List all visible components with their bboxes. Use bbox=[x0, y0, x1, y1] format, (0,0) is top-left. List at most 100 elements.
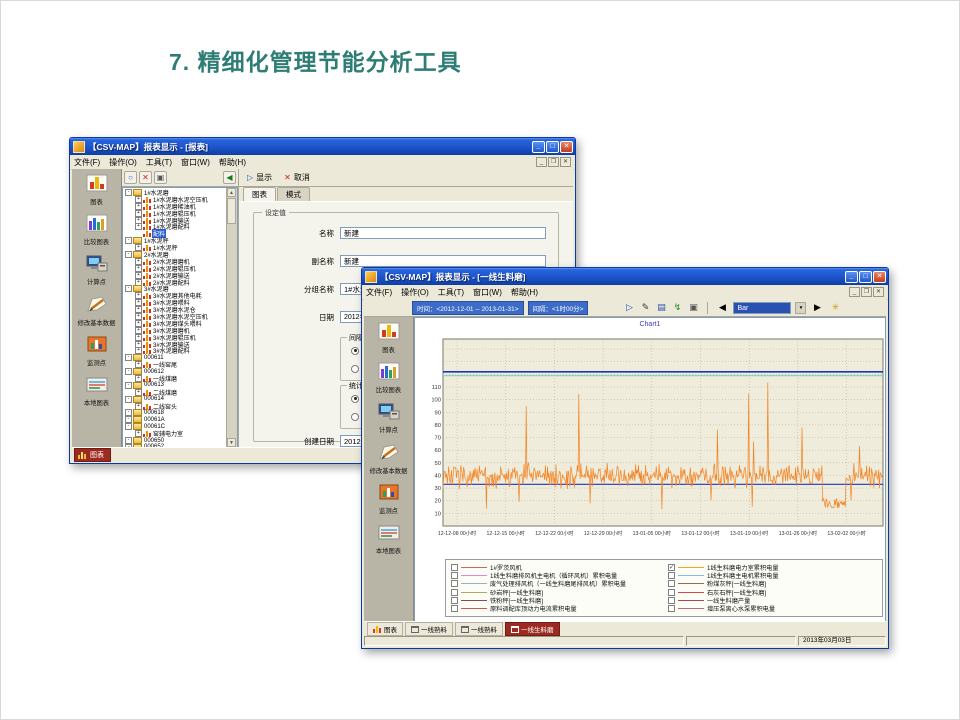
window2-titlebar[interactable]: 【CSV-MAP】报表显示 - [一线生料磨] _ □ ✕ bbox=[362, 268, 888, 285]
scroll-down-icon[interactable]: ▼ bbox=[227, 438, 236, 447]
tree-item[interactable]: +二线煤磨 bbox=[124, 389, 237, 396]
menu-item[interactable]: 窗口(W) bbox=[181, 157, 210, 168]
menu-item[interactable]: 帮助(H) bbox=[511, 287, 538, 298]
menu-item[interactable]: 操作(O) bbox=[401, 287, 429, 298]
legend-item[interactable]: 一线生料磨产量 bbox=[668, 597, 877, 605]
checkbox-icon[interactable] bbox=[668, 589, 675, 596]
mdi-close-button[interactable]: ✕ bbox=[873, 287, 884, 297]
legend-item[interactable]: 铁粉秤[一线生料磨] bbox=[451, 597, 660, 605]
checkbox-icon[interactable] bbox=[451, 605, 458, 612]
expand-icon[interactable]: - bbox=[125, 368, 132, 375]
sidebar-item-local-chart[interactable]: 本地图表 bbox=[366, 523, 412, 555]
bottom-tab-一线熟料[interactable]: 一线熟料 bbox=[455, 622, 503, 636]
legend-item[interactable]: 砂岩秤[一线生料磨] bbox=[451, 588, 660, 596]
checkbox-icon[interactable] bbox=[668, 597, 675, 604]
bottom-tab-一线生料磨[interactable]: 一线生料磨 bbox=[505, 622, 560, 636]
save-button[interactable]: ▤ bbox=[654, 301, 668, 315]
menu-item[interactable]: 操作(O) bbox=[109, 157, 137, 168]
tree-item[interactable]: -000612 bbox=[124, 368, 237, 375]
mdi-minimize-button[interactable]: _ bbox=[849, 287, 860, 297]
expand-icon[interactable]: - bbox=[125, 189, 132, 196]
sidebar-item-chart[interactable]: 图表 bbox=[74, 174, 120, 206]
window1-titlebar[interactable]: 【CSV-MAP】报表显示 - [报表] _ □ ✕ bbox=[70, 138, 575, 155]
expand-icon[interactable]: - bbox=[125, 382, 132, 389]
minimize-button[interactable]: _ bbox=[532, 141, 545, 153]
radio-icon[interactable] bbox=[351, 347, 359, 355]
sidebar-item-edit-basic-data[interactable]: 修改基本数据 bbox=[74, 295, 120, 327]
sidebar-item-monitor-point[interactable]: 监测点 bbox=[74, 335, 120, 367]
menu-item[interactable]: 工具(T) bbox=[438, 287, 464, 298]
tree-item[interactable]: +一线煤磨 bbox=[124, 375, 237, 382]
sidebar-item-compare-chart[interactable]: 比较图表 bbox=[74, 214, 120, 246]
legend-item[interactable]: 废气处理排风机（一线生料磨尾排风机）累积电量 bbox=[451, 580, 660, 588]
settings-button[interactable]: ✳ bbox=[828, 301, 842, 315]
sidebar-item-monitor-point[interactable]: 监测点 bbox=[366, 483, 412, 515]
menu-item[interactable]: 文件(F) bbox=[366, 287, 392, 298]
mdi-restore-button[interactable]: ❐ bbox=[548, 157, 559, 167]
legend-item[interactable]: ✓1线生料磨电力室累积电量 bbox=[668, 563, 877, 571]
sidebar-item-calc-point[interactable]: 计算点 bbox=[74, 254, 120, 286]
tree-item[interactable]: +1#水泥磨配料 bbox=[124, 223, 237, 230]
checkbox-icon[interactable] bbox=[451, 589, 458, 596]
scroll-up-icon[interactable]: ▲ bbox=[227, 188, 236, 197]
legend-item[interactable]: 石灰石秤[一线生料磨] bbox=[668, 588, 877, 596]
close-button[interactable]: ✕ bbox=[560, 141, 573, 153]
time-range-chip[interactable]: 时间：<2012-12-01 -- 2013-01-31> bbox=[412, 301, 524, 315]
menu-item[interactable]: 文件(F) bbox=[74, 157, 100, 168]
chart-type-select[interactable]: Bar bbox=[733, 302, 791, 314]
checkbox-icon[interactable] bbox=[451, 564, 458, 571]
tree-item[interactable]: -000613 bbox=[124, 382, 237, 389]
play-button[interactable]: ▷ bbox=[622, 301, 636, 315]
expand-icon[interactable]: - bbox=[125, 251, 132, 258]
name-field[interactable]: 新建 bbox=[340, 227, 546, 239]
radio-icon[interactable] bbox=[351, 413, 359, 421]
prev-chart-button[interactable]: ◀ bbox=[715, 301, 729, 315]
sidebar-item-chart[interactable]: 图表 bbox=[366, 322, 412, 354]
legend-item[interactable]: 增压泵离心水泵累积电量 bbox=[668, 605, 877, 613]
show-button[interactable]: ▷ 显示 bbox=[247, 172, 272, 183]
legend-item[interactable]: 1#罗茨风机 bbox=[451, 563, 660, 571]
mdi-restore-button[interactable]: ❐ bbox=[861, 287, 872, 297]
checkbox-icon[interactable] bbox=[451, 580, 458, 587]
expand-icon[interactable]: - bbox=[125, 396, 132, 403]
bottom-tab-图表[interactable]: 图表 bbox=[367, 622, 403, 636]
checkbox-icon[interactable] bbox=[668, 605, 675, 612]
maximize-button[interactable]: □ bbox=[546, 141, 559, 153]
mdi-close-button[interactable]: ✕ bbox=[560, 157, 571, 167]
menu-item[interactable]: 帮助(H) bbox=[219, 157, 246, 168]
copy-button[interactable]: ▣ bbox=[154, 171, 167, 184]
menu-item[interactable]: 窗口(W) bbox=[473, 287, 502, 298]
checkbox-icon[interactable] bbox=[451, 572, 458, 579]
scroll-thumb[interactable] bbox=[227, 198, 236, 224]
next-chart-button[interactable]: ▶ bbox=[810, 301, 824, 315]
expand-icon[interactable]: - bbox=[125, 354, 132, 361]
tree-item[interactable]: +窑辅电力室 bbox=[124, 430, 237, 437]
new-button[interactable]: ○ bbox=[124, 171, 137, 184]
checkbox-icon[interactable] bbox=[451, 597, 458, 604]
delete-button[interactable]: ✕ bbox=[139, 171, 152, 184]
legend-item[interactable]: 原料调配库顶动力电流累积电量 bbox=[451, 605, 660, 613]
mdi-minimize-button[interactable]: _ bbox=[536, 157, 547, 167]
expand-icon[interactable]: - bbox=[125, 237, 132, 244]
checkbox-icon[interactable] bbox=[668, 572, 675, 579]
tab-chart[interactable]: 图表 bbox=[243, 187, 276, 201]
close-button[interactable]: ✕ bbox=[873, 271, 886, 283]
sidebar-item-calc-point[interactable]: 计算点 bbox=[366, 402, 412, 434]
sidebar-item-compare-chart[interactable]: 比较图表 bbox=[366, 362, 412, 394]
tree-item[interactable]: +二线窑头 bbox=[124, 403, 237, 410]
tab-mode[interactable]: 模式 bbox=[277, 187, 310, 201]
radio-icon[interactable] bbox=[351, 365, 359, 373]
interval-chip[interactable]: 间隔：<1时00分> bbox=[528, 301, 589, 315]
expand-icon[interactable]: + bbox=[135, 223, 142, 230]
tree-scrollbar[interactable]: ▲ ▼ bbox=[226, 188, 237, 447]
legend-item[interactable]: 1线生料磨主电机累积电量 bbox=[668, 571, 877, 579]
minimize-button[interactable]: _ bbox=[845, 271, 858, 283]
tree-item[interactable]: -000614 bbox=[124, 396, 237, 403]
tree-item[interactable]: +2#水泥磨配料 bbox=[124, 279, 237, 286]
legend-item[interactable]: 粉煤灰秤[一线生料磨] bbox=[668, 580, 877, 588]
menu-item[interactable]: 工具(T) bbox=[146, 157, 172, 168]
tree-item[interactable]: -000618 bbox=[124, 410, 237, 417]
sidebar-item-edit-basic-data[interactable]: 修改基本数据 bbox=[366, 443, 412, 475]
tree-item[interactable]: +3#水泥磨配料 bbox=[124, 347, 237, 354]
checkbox-icon[interactable]: ✓ bbox=[668, 564, 675, 571]
